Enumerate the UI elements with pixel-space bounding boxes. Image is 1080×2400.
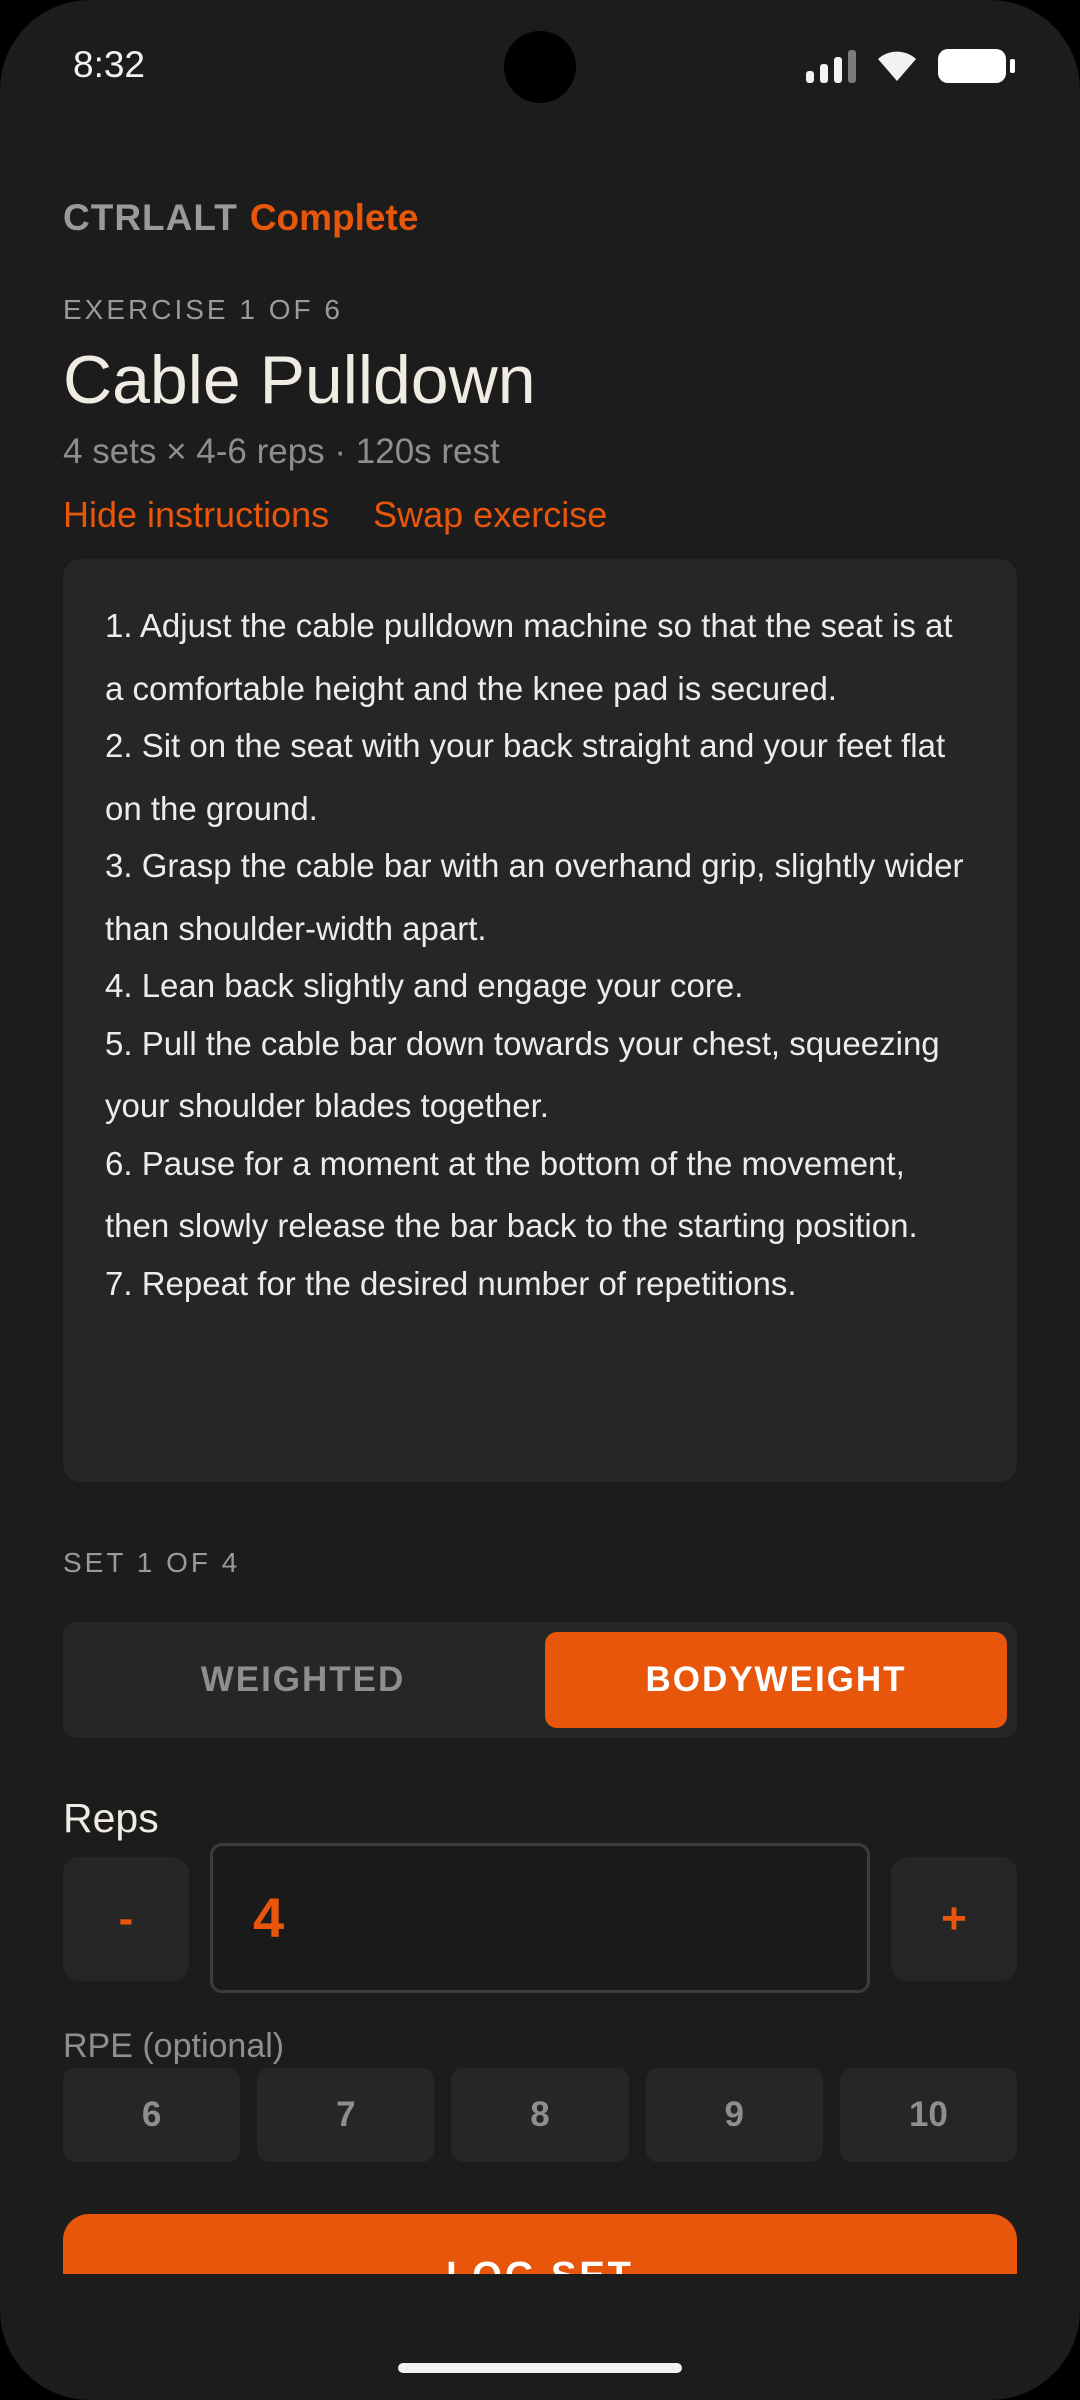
camera-cutout xyxy=(504,31,576,103)
rpe-option-10[interactable]: 10 xyxy=(839,2068,1018,2162)
log-set-button[interactable]: LOG SET xyxy=(63,2214,1017,2274)
exercise-actions: Hide instructions Swap exercise xyxy=(63,492,607,538)
increment-reps-button[interactable]: + xyxy=(891,1857,1017,1981)
log-set-container: LOG SET xyxy=(63,2214,1017,2274)
decrement-reps-button[interactable]: - xyxy=(63,1857,189,1981)
rpe-option-8[interactable]: 8 xyxy=(451,2068,629,2162)
bodyweight-option[interactable]: BODYWEIGHT xyxy=(545,1632,1007,1728)
battery-icon xyxy=(938,49,1015,83)
rpe-option-7[interactable]: 7 xyxy=(257,2068,435,2162)
brand-name: CTRLALT xyxy=(63,197,238,238)
rpe-option-9[interactable]: 9 xyxy=(645,2068,823,2162)
exercise-title: Cable Pulldown xyxy=(63,342,536,418)
status-icons xyxy=(806,46,1015,86)
instruction-step: 5. Pull the cable bar down towards your … xyxy=(105,1024,940,1125)
status-time: 8:32 xyxy=(73,44,146,85)
instruction-step: 1. Adjust the cable pulldown machine so … xyxy=(105,607,953,707)
brand-suffix: Complete xyxy=(249,197,419,238)
rpe-label: RPE (optional) xyxy=(63,2027,285,2065)
rpe-option-6[interactable]: 6 xyxy=(63,2068,241,2162)
app-screen: 8:32 CTRLALT Complete EXERCISE 1 OF 6 Cab… xyxy=(0,0,1080,2400)
rpe-options: 6 7 8 9 10 xyxy=(63,2068,1018,2162)
log-set-label: LOG SET xyxy=(446,2255,634,2275)
exercise-counter: EXERCISE 1 OF 6 xyxy=(63,294,343,325)
reps-label: Reps xyxy=(63,1795,159,1841)
instruction-step: 6. Pause for a moment at the bottom of t… xyxy=(105,1144,918,1245)
swap-exercise-link[interactable]: Swap exercise xyxy=(373,492,607,538)
hide-instructions-link[interactable]: Hide instructions xyxy=(63,492,329,538)
signal-icon xyxy=(806,49,856,83)
home-indicator[interactable] xyxy=(398,2363,682,2373)
set-counter: SET 1 OF 4 xyxy=(63,1547,241,1578)
instruction-step: 4. Lean back slightly and engage your co… xyxy=(105,967,744,1004)
instructions-panel: 1. Adjust the cable pulldown machine so … xyxy=(63,559,1017,1482)
mode-toggle: WEIGHTED BODYWEIGHT xyxy=(63,1622,1017,1738)
brand-logo: CTRLALT Complete xyxy=(63,195,418,241)
instruction-step: 7. Repeat for the desired number of repe… xyxy=(105,1264,797,1302)
weighted-option[interactable]: WEIGHTED xyxy=(73,1632,533,1728)
instruction-step: 2. Sit on the seat with your back straig… xyxy=(105,727,946,827)
wifi-icon xyxy=(878,51,916,81)
instruction-step: 3. Grasp the cable bar with an overhand … xyxy=(105,847,964,947)
reps-input[interactable]: 4 xyxy=(210,1843,870,1993)
exercise-details: 4 sets × 4-6 reps · 120s rest xyxy=(63,432,500,471)
